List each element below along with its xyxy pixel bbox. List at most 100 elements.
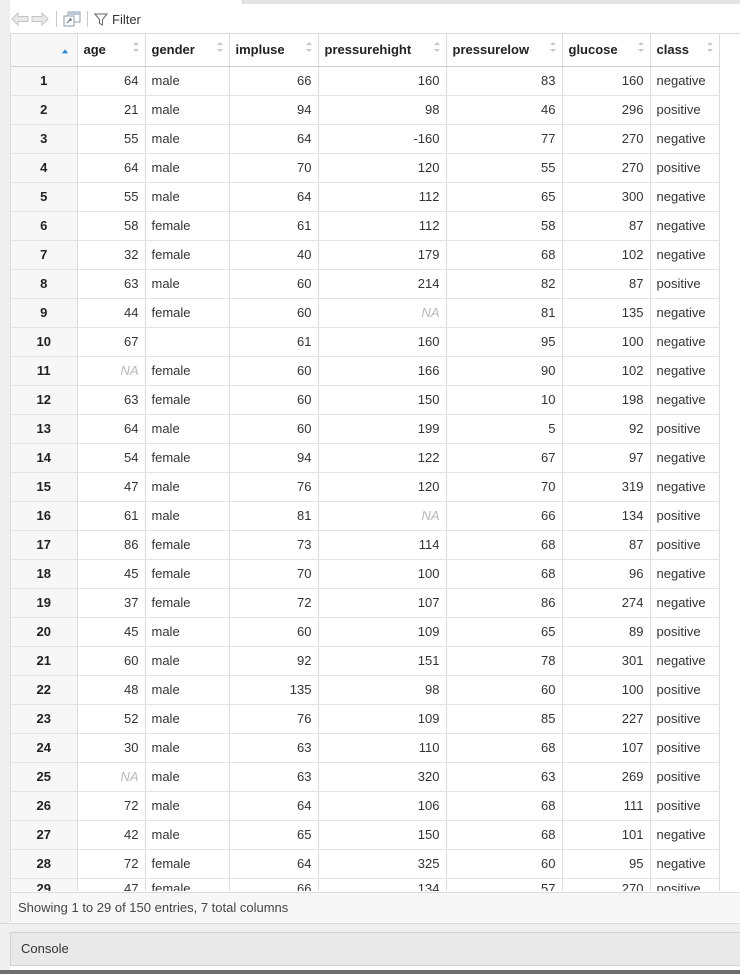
cell-pressurehight: 120 <box>318 153 447 183</box>
cell-gender: male <box>145 704 230 734</box>
column-header-pressurelow[interactable]: pressurelow <box>446 34 563 67</box>
cell-impluse: 61 <box>229 211 319 241</box>
table-row: 18 45 female 70 100 68 96 negative <box>11 559 720 589</box>
cell-pressurelow: 68 <box>446 733 563 763</box>
row-number: 22 <box>11 675 78 705</box>
cell-pressurehight: 109 <box>318 617 447 647</box>
cell-pressurehight: 160 <box>318 66 447 96</box>
column-header-pressurehight[interactable]: pressurehight <box>318 34 447 67</box>
table-row: 1 64 male 66 160 83 160 negative <box>11 66 720 96</box>
sort-icon <box>132 42 139 52</box>
cell-pressurelow: 60 <box>446 675 563 705</box>
sort-ascending-icon <box>61 49 69 54</box>
cell-pressurehight: 110 <box>318 733 447 763</box>
row-number: 23 <box>11 704 78 734</box>
filter-label: Filter <box>112 11 141 27</box>
toolbar-separator <box>87 11 88 27</box>
cell-class: negative <box>650 588 720 618</box>
entries-summary: Showing 1 to 29 of 150 entries, 7 total … <box>18 900 289 915</box>
cell-impluse: 73 <box>229 530 319 560</box>
column-header-age[interactable]: age <box>77 34 146 67</box>
cell-impluse: 60 <box>229 298 319 328</box>
cell-class: positive <box>650 878 720 891</box>
console-tab[interactable]: Console <box>10 932 740 966</box>
column-header-impluse[interactable]: impluse <box>229 34 319 67</box>
tab-strip-edge <box>242 0 740 4</box>
cell-pressurelow: 68 <box>446 559 563 589</box>
cell-class: negative <box>650 385 720 415</box>
cell-age: 42 <box>77 820 146 850</box>
data-grid[interactable]: age gender impluse pressurehight pressur… <box>10 33 740 891</box>
cell-glucose: 102 <box>562 240 651 270</box>
cell-class: positive <box>650 704 720 734</box>
row-number: 26 <box>11 791 78 821</box>
cell-pressurehight: 98 <box>318 95 447 125</box>
cell-gender: female <box>145 530 230 560</box>
cell-age: 54 <box>77 443 146 473</box>
cell-glucose: 87 <box>562 211 651 241</box>
cell-pressurehight: NA <box>318 501 447 531</box>
cell-pressurelow: 55 <box>446 153 563 183</box>
cell-glucose: 101 <box>562 820 651 850</box>
cell-pressurehight: 160 <box>318 327 447 357</box>
table-row: 22 48 male 135 98 60 100 positive <box>11 675 720 705</box>
cell-gender: female <box>145 443 230 473</box>
popout-window-icon[interactable] <box>63 8 81 30</box>
cell-age: 48 <box>77 675 146 705</box>
row-number: 27 <box>11 820 78 850</box>
cell-class: negative <box>650 559 720 589</box>
cell-pressurehight: 134 <box>318 878 447 891</box>
filter-button[interactable]: Filter <box>94 12 141 27</box>
cell-pressurehight: 151 <box>318 646 447 676</box>
row-number: 13 <box>11 414 78 444</box>
funnel-icon <box>94 13 108 26</box>
cell-gender: male <box>145 733 230 763</box>
cell-pressurehight: 320 <box>318 762 447 792</box>
row-number: 8 <box>11 269 78 299</box>
cell-glucose: 198 <box>562 385 651 415</box>
cell-pressurehight: 114 <box>318 530 447 560</box>
cell-age: 64 <box>77 414 146 444</box>
cell-glucose: 270 <box>562 124 651 154</box>
back-arrow-icon[interactable] <box>10 8 30 30</box>
cell-impluse: 66 <box>229 66 319 96</box>
forward-arrow-icon[interactable] <box>30 8 50 30</box>
cell-pressurelow: 68 <box>446 240 563 270</box>
row-number: 16 <box>11 501 78 531</box>
cell-pressurelow: 5 <box>446 414 563 444</box>
cell-age: 63 <box>77 385 146 415</box>
cell-age: 63 <box>77 269 146 299</box>
cell-age: 47 <box>77 472 146 502</box>
column-header-glucose[interactable]: glucose <box>562 34 651 67</box>
pane-splitter[interactable] <box>0 923 740 932</box>
cell-gender: male <box>145 182 230 212</box>
cell-gender: male <box>145 675 230 705</box>
cell-class: negative <box>650 182 720 212</box>
sort-icon <box>305 42 312 52</box>
cell-glucose: 301 <box>562 646 651 676</box>
cell-glucose: 95 <box>562 849 651 879</box>
row-number: 17 <box>11 530 78 560</box>
cell-class: positive <box>650 95 720 125</box>
cell-pressurehight: 122 <box>318 443 447 473</box>
cell-class: negative <box>650 472 720 502</box>
cell-pressurehight: 109 <box>318 704 447 734</box>
table-row: 14 54 female 94 122 67 97 negative <box>11 443 720 473</box>
cell-gender: female <box>145 878 230 891</box>
cell-impluse: 70 <box>229 153 319 183</box>
row-number: 9 <box>11 298 78 328</box>
cell-gender <box>145 327 230 357</box>
cell-gender: male <box>145 414 230 444</box>
table-body: 1 64 male 66 160 83 160 negative 2 21 male 94 98 46 29… <box>11 66 720 891</box>
table-row: 24 30 male 63 110 68 107 positive <box>11 733 720 763</box>
column-header-class[interactable]: class <box>650 34 720 67</box>
cell-gender: male <box>145 617 230 647</box>
sort-icon <box>637 42 644 52</box>
table-row: 4 64 male 70 120 55 270 positive <box>11 153 720 183</box>
cell-age: 45 <box>77 617 146 647</box>
row-number-header[interactable] <box>11 34 78 67</box>
column-header-gender[interactable]: gender <box>145 34 230 67</box>
cell-class: positive <box>650 269 720 299</box>
cell-impluse: 70 <box>229 559 319 589</box>
cell-pressurelow: 68 <box>446 791 563 821</box>
